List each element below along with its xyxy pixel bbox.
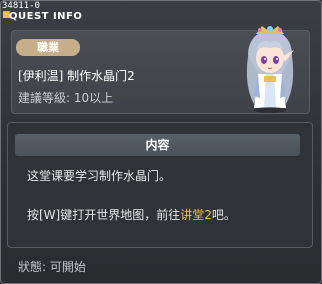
hint-prefix: 按[W]键打开世界地图，前往: [27, 208, 181, 222]
quest-description: 这堂课要学习制作水晶门。: [27, 169, 172, 183]
hint-location-link[interactable]: 讲堂2: [180, 208, 212, 222]
recommended-level: 建議等級: 10以上: [18, 91, 114, 105]
window-title: QUEST INFO: [9, 11, 83, 22]
npc-portrait: [246, 26, 294, 113]
quest-scroll-icon: ■: [2, 10, 11, 20]
job-badge: 職業: [16, 39, 80, 56]
quest-status: 狀態: 可開始: [18, 260, 86, 274]
quest-name: [伊利温] 制作水晶门2: [18, 69, 135, 83]
hint-suffix: 吧。: [211, 208, 236, 222]
quest-hint: 按[W]键打开世界地图，前往讲堂2吧。: [27, 206, 236, 223]
content-header: 内容: [15, 134, 300, 156]
